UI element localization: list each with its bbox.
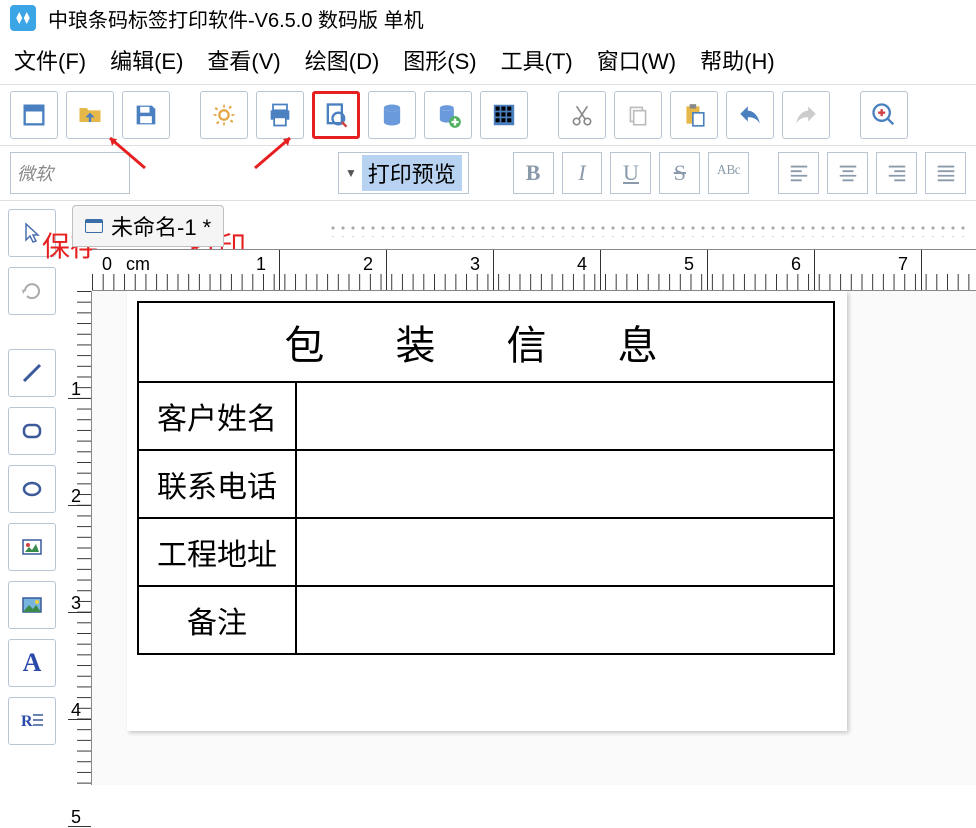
menu-edit[interactable]: 编辑(E) (110, 44, 183, 76)
main-toolbar (0, 85, 976, 145)
horizontal-ruler[interactable]: 0 cm 1234567 (92, 249, 976, 291)
print-preview-button[interactable] (312, 91, 360, 139)
settings-button[interactable] (200, 91, 248, 139)
menubar: 文件(F) 编辑(E) 查看(V) 绘图(D) 图形(S) 工具(T) 窗口(W… (0, 36, 976, 85)
design-canvas[interactable]: 包 装 信 息 客户姓名 联系电话 工程地址 备注 (92, 291, 976, 785)
superscript-button[interactable]: ᴬᴮᶜ (708, 152, 749, 194)
table-row: 备注 (138, 586, 834, 654)
underline-button[interactable]: U (610, 152, 651, 194)
font-select[interactable] (10, 152, 130, 194)
bold-button[interactable]: B (513, 152, 554, 194)
label-table[interactable]: 包 装 信 息 客户姓名 联系电话 工程地址 备注 (137, 301, 835, 655)
preview-chip: 打印预览 (362, 155, 462, 191)
format-toolbar: ▼ 打印预览 B I U S ᴬᴮᶜ (0, 145, 976, 201)
row-value[interactable] (296, 586, 834, 654)
open-button[interactable] (66, 91, 114, 139)
row-label[interactable]: 客户姓名 (138, 382, 296, 450)
text-tool[interactable]: A (8, 639, 56, 687)
grid-button[interactable] (480, 91, 528, 139)
menu-view[interactable]: 查看(V) (207, 44, 280, 76)
window-icon (85, 219, 103, 233)
app-title: 中琅条码标签打印软件-V6.5.0 数码版 单机 (48, 4, 424, 33)
database-button[interactable] (368, 91, 416, 139)
align-center-button[interactable] (827, 152, 868, 194)
row-value[interactable] (296, 382, 834, 450)
tool-sidebar: A R (0, 201, 68, 785)
app-icon (10, 5, 36, 31)
tab-strip-dots (328, 223, 966, 237)
menu-file[interactable]: 文件(F) (14, 44, 86, 76)
menu-draw[interactable]: 绘图(D) (305, 44, 380, 76)
label-title[interactable]: 包 装 信 息 (138, 302, 834, 382)
richtext-tool[interactable]: R (8, 697, 56, 745)
zoom-in-button[interactable] (860, 91, 908, 139)
label-sheet[interactable]: 包 装 信 息 客户姓名 联系电话 工程地址 备注 (127, 291, 847, 731)
strikethrough-button[interactable]: S (659, 152, 700, 194)
rotate-tool[interactable] (8, 267, 56, 315)
print-button[interactable] (256, 91, 304, 139)
align-justify-button[interactable] (925, 152, 966, 194)
row-value[interactable] (296, 518, 834, 586)
ellipse-tool[interactable] (8, 465, 56, 513)
svg-text:R: R (21, 713, 33, 730)
table-row: 工程地址 (138, 518, 834, 586)
save-button[interactable] (122, 91, 170, 139)
menu-help[interactable]: 帮助(H) (700, 44, 775, 76)
workarea: A R 未命名-1 * 0 cm 1234567 12345 包 装 信 息 客… (0, 201, 976, 785)
row-label[interactable]: 工程地址 (138, 518, 296, 586)
dropdown-arrow-icon: ▼ (345, 166, 357, 180)
align-left-button[interactable] (778, 152, 819, 194)
redo-button[interactable] (782, 91, 830, 139)
vertical-ruler[interactable]: 12345 (68, 291, 92, 785)
titlebar: 中琅条码标签打印软件-V6.5.0 数码版 单机 (0, 0, 976, 36)
size-select[interactable]: ▼ 打印预览 (338, 152, 469, 194)
menu-shape[interactable]: 图形(S) (403, 44, 476, 76)
italic-button[interactable]: I (562, 152, 603, 194)
rounded-rect-tool[interactable] (8, 407, 56, 455)
database-add-button[interactable] (424, 91, 472, 139)
table-row: 联系电话 (138, 450, 834, 518)
cut-button[interactable] (558, 91, 606, 139)
line-tool[interactable] (8, 349, 56, 397)
row-label[interactable]: 联系电话 (138, 450, 296, 518)
document-tab-label: 未命名-1 * (111, 210, 211, 242)
table-row: 客户姓名 (138, 382, 834, 450)
undo-button[interactable] (726, 91, 774, 139)
new-button[interactable] (10, 91, 58, 139)
copy-button[interactable] (614, 91, 662, 139)
align-right-button[interactable] (876, 152, 917, 194)
paste-button[interactable] (670, 91, 718, 139)
image-tool[interactable] (8, 523, 56, 571)
canvas-area: 未命名-1 * 0 cm 1234567 12345 包 装 信 息 客户姓名 … (68, 201, 976, 785)
row-label[interactable]: 备注 (138, 586, 296, 654)
menu-window[interactable]: 窗口(W) (597, 44, 676, 76)
menu-tool[interactable]: 工具(T) (501, 44, 573, 76)
document-tab[interactable]: 未命名-1 * (72, 205, 224, 247)
picture-tool[interactable] (8, 581, 56, 629)
row-value[interactable] (296, 450, 834, 518)
